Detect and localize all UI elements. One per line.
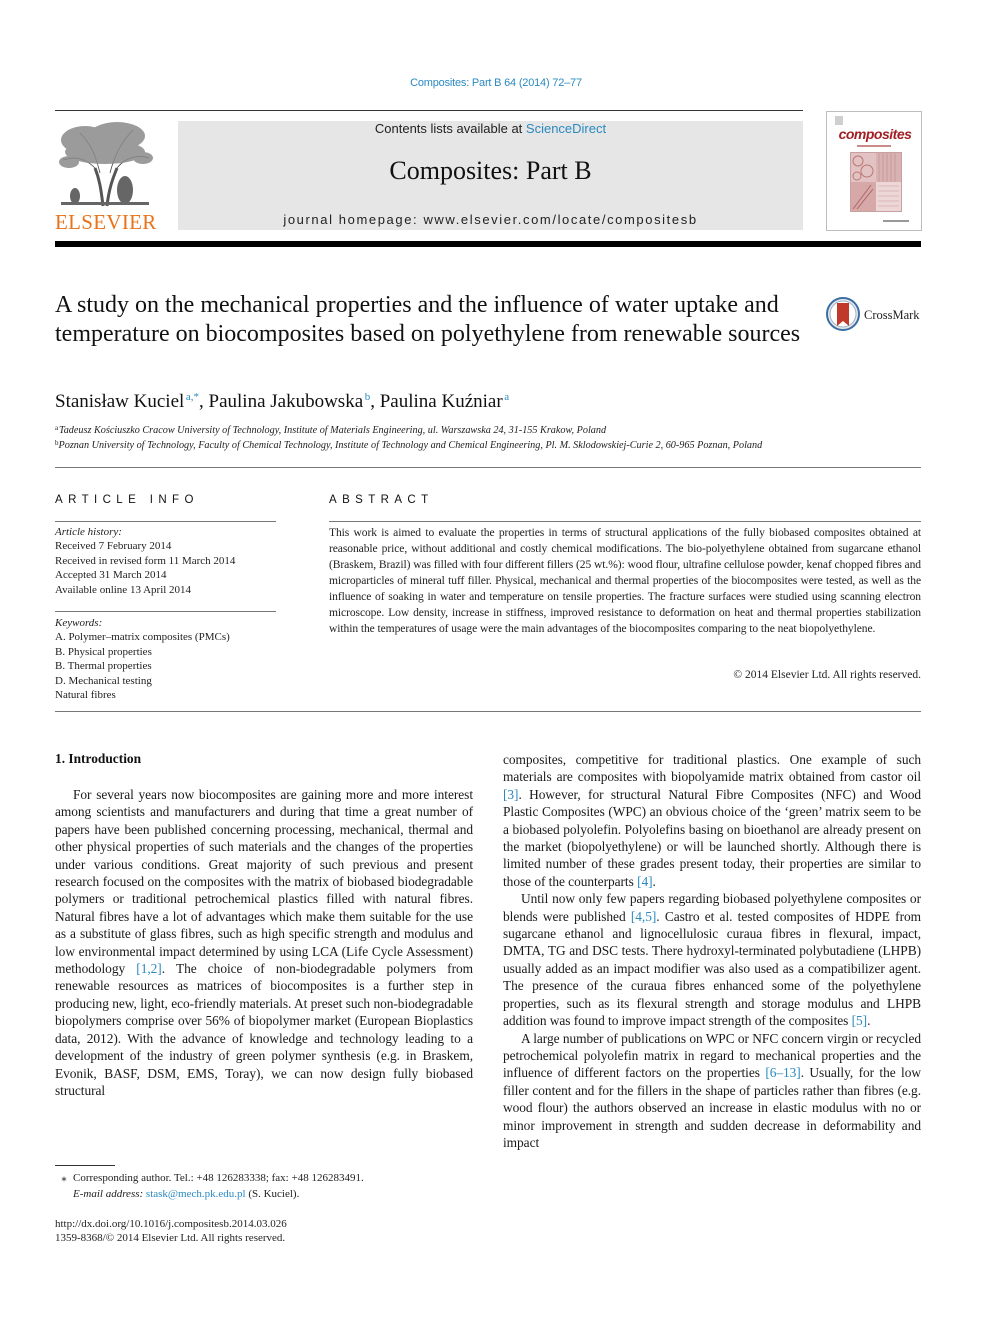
email-suffix: (S. Kuciel). [245,1188,300,1200]
journal-homepage[interactable]: journal homepage: www.elsevier.com/locat… [178,212,803,227]
body-paragraph: For several years now biocomposites are … [55,786,473,1099]
affiliation-a: a Tadeusz Kościuszko Cracow University o… [55,424,606,436]
article-info-heading: ARTICLE INFO [55,494,199,506]
abstract-heading: ABSTRACT [329,494,434,506]
contents-availability: Contents lists available at ScienceDirec… [178,121,803,136]
history-item: Available online 13 April 2014 [55,583,192,596]
article-history-label: Article history: [55,526,122,538]
keywords-list: Keywords: A. Polymer–matrix composites (… [55,616,285,702]
journal-name: Composites: Part B [389,156,592,185]
affiliation-b: bPoznan University of Technology, Facult… [55,439,762,451]
keyword-item: D. Mechanical testing [55,674,152,687]
cover-collage-icon [851,153,901,211]
article-info-divider [55,521,276,522]
crossmark-label: CrossMark [864,308,920,322]
crossmark-icon [826,297,860,331]
cover-title: composites [838,126,912,142]
footnote-rule [55,1165,115,1166]
author-name[interactable]: Stanisław Kuciel [55,391,184,412]
journal-cover-thumbnail[interactable]: composites [826,111,922,231]
cover-publisher-mark [835,116,843,125]
affiliation-mark: a [55,424,59,432]
sciencedirect-link[interactable]: ScienceDirect [526,121,606,136]
keyword-item: Natural fibres [55,689,116,702]
keyword-item: B. Physical properties [55,645,152,658]
paragraph-text: For several years now biocomposites are … [55,787,473,977]
keyword-item: A. Polymer–matrix composites (PMCs) [55,631,230,644]
paragraph-text: composites, competitive for traditional … [503,752,921,785]
front-matter-divider [55,711,921,712]
elsevier-logo[interactable]: ELSEVIER [55,118,157,234]
header-top-rule [55,110,803,111]
cover-image [850,152,902,212]
citation-link[interactable]: [3] [503,787,519,802]
cover-footer-bar [883,220,909,222]
history-item: Received in revised form 11 March 2014 [55,554,236,567]
elsevier-tree-icon [59,122,153,207]
history-item: Received 7 February 2014 [55,540,172,553]
body-column-left: For several years now biocomposites are … [55,786,473,1099]
abstract-copyright: © 2014 Elsevier Ltd. All rights reserved… [733,669,921,681]
affiliation-text: Tadeusz Kościuszko Cracow University of … [58,425,607,436]
author-affil-mark[interactable]: a [504,391,509,403]
body-column-right: composites, competitive for traditional … [503,751,921,1151]
abstract-text: This work is aimed to evaluate the prope… [329,527,921,635]
email-label: E-mail address: [73,1188,144,1200]
paragraph-text: . [652,873,656,889]
author-affil-mark[interactable]: a,* [186,391,199,403]
author-name[interactable]: Paulina Jakubowska [209,391,364,412]
contents-prefix: Contents lists available at [374,121,526,136]
author-list: Stanisław Kuciel a,*, Paulina Jakubowska… [55,391,509,413]
body-paragraph: A large number of publications on WPC or… [503,1030,921,1152]
affiliation-text: Poznan University of Technology, Faculty… [58,440,763,451]
section-heading-introduction: 1. Introduction [55,751,142,766]
affiliation-divider [55,467,921,468]
abstract-divider [329,521,921,522]
author-separator: , [199,391,209,412]
cover-subtitle-bar [857,145,891,147]
crossmark-badge[interactable]: CrossMark [826,297,926,335]
author-name[interactable]: Paulina Kuźniar [380,391,503,412]
citation-link[interactable]: [6–13] [765,1065,800,1080]
footnote-star: ⁎ [61,1172,67,1184]
elsevier-wordmark: ELSEVIER [55,210,157,234]
author-separator: , [370,391,380,412]
paragraph-text: . [867,1013,871,1029]
body-paragraph: composites, competitive for traditional … [503,751,921,890]
history-item: Accepted 31 March 2014 [55,569,167,582]
body-paragraph: Until now only few papers regarding biob… [503,890,921,1029]
article-history: Article history: Received 7 February 201… [55,525,285,597]
keyword-item: B. Thermal properties [55,660,152,673]
issn-copyright: 1359-8368/© 2014 Elsevier Ltd. All right… [55,1232,286,1244]
paragraph-text: . The choice of non-biodegradable polyme… [55,961,473,1098]
citation-link[interactable]: [5] [852,1013,868,1028]
corresponding-author-footnote: ⁎ Corresponding author. Tel.: +48 1262833… [55,1170,485,1202]
keywords-label: Keywords: [55,617,103,629]
citation-link[interactable]: [4] [637,874,653,889]
citation-link[interactable]: [1,2] [136,961,161,976]
keywords-divider [55,611,276,612]
paragraph-text: . Castro et al. tested composites of HDP… [503,908,921,1029]
citation-link[interactable]: [4,5] [631,909,656,924]
journal-citation-link[interactable]: Composites: Part B 64 (2014) 72–77 [0,77,992,89]
email-link[interactable]: stask@mech.pk.edu.pl [146,1188,246,1200]
article-title: A study on the mechanical properties and… [55,292,801,347]
paragraph-text: . However, for structural Natural Fibre … [503,786,921,889]
header-thick-rule [55,241,921,247]
corresponding-author-text: Corresponding author. Tel.: +48 12628333… [73,1172,364,1184]
